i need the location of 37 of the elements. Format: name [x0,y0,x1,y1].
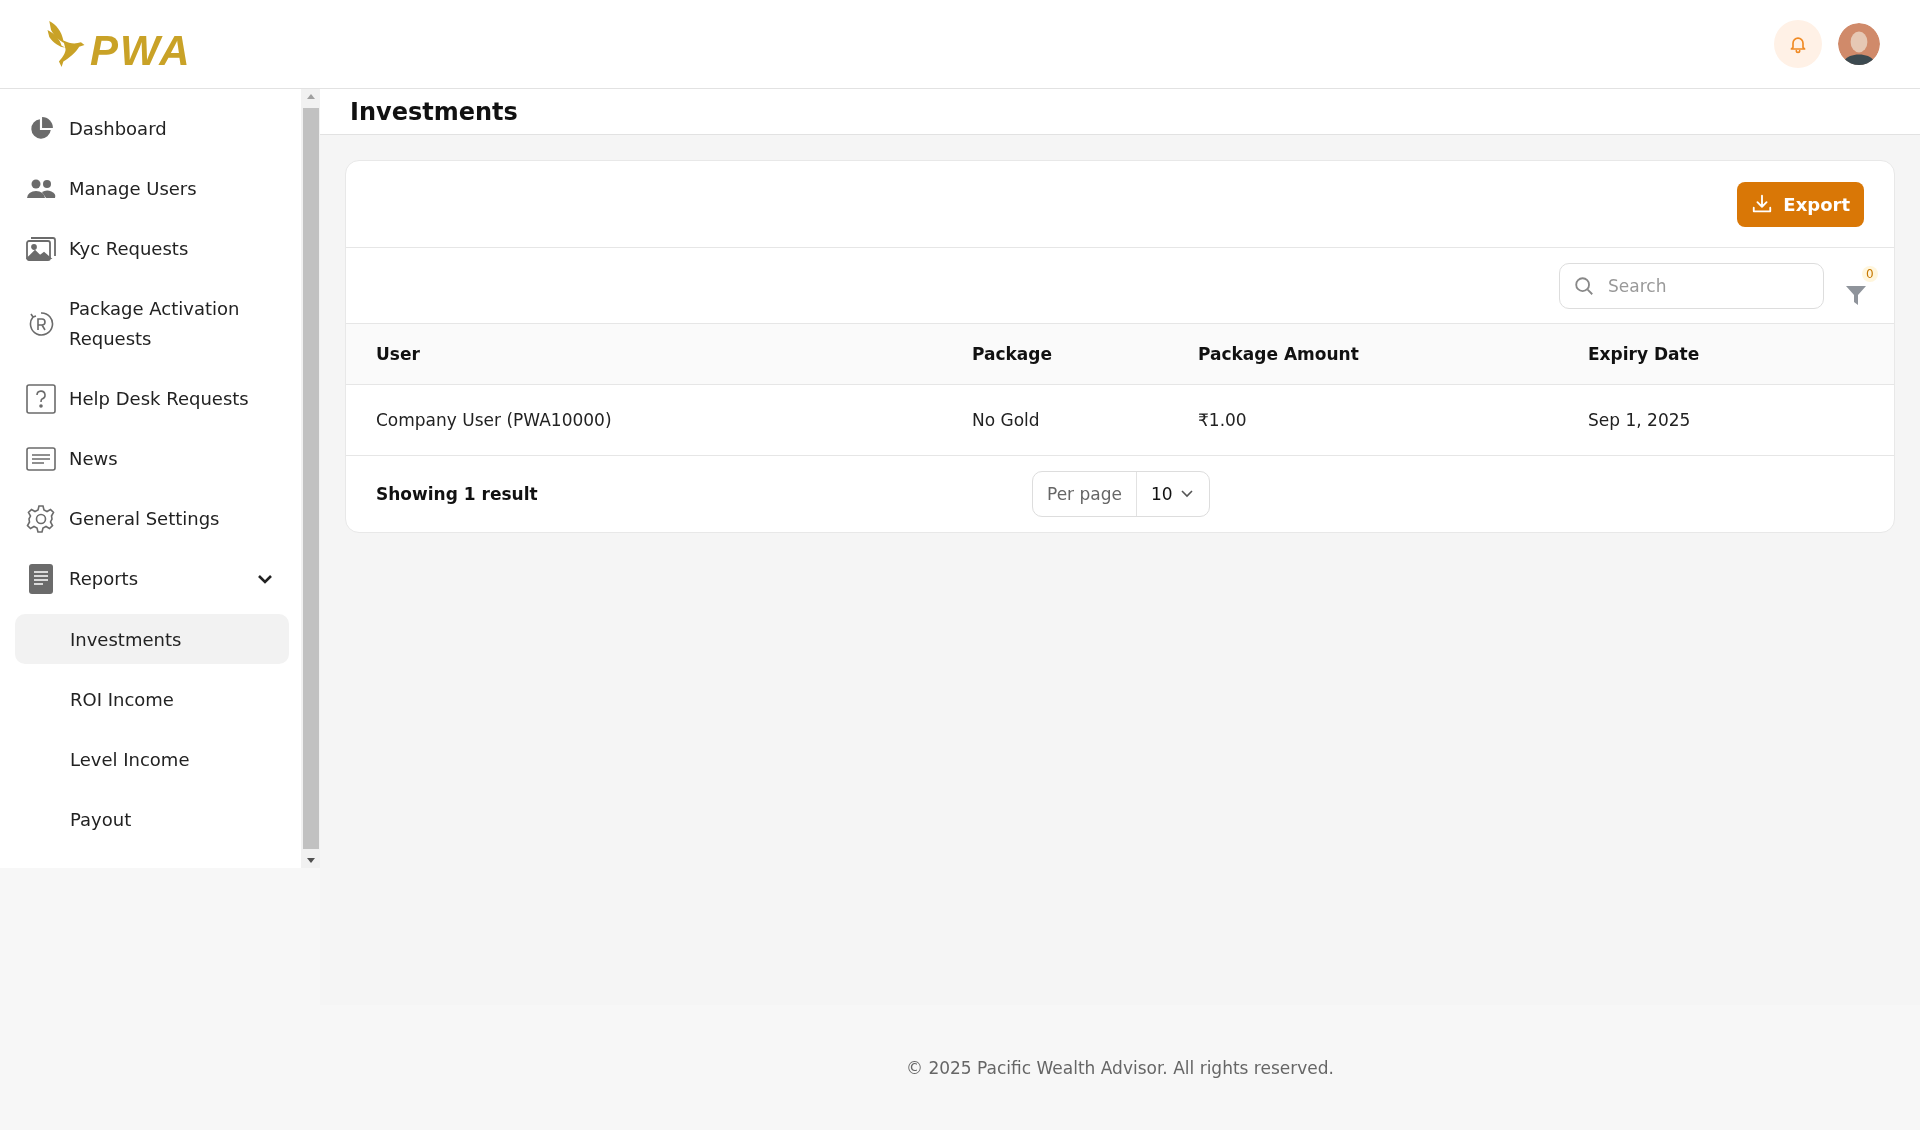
sidebar-label: Manage Users [69,177,198,201]
sidebar-label: Kyc Requests [69,237,190,261]
table-cell-text: Sep 1, 2025 [1588,410,1692,430]
table-cell-text: ₹1.00 [1198,410,1248,430]
sidebar-item[interactable]: News [15,429,289,489]
sidebar-item[interactable]: Help Desk Requests [15,369,289,429]
per-page-value: 10 [1149,484,1174,504]
sidebar-label: Reports [69,567,140,591]
per-page-select[interactable]: Per page 10 [1032,471,1210,517]
sidebar-item[interactable]: General Settings [15,489,289,549]
sidebar-label: Help Desk Requests [69,387,250,411]
column-header: User [376,344,421,364]
column-header: Package Amount [1198,344,1360,364]
sidebar-item[interactable]: Manage Users [15,159,289,219]
logo-text: PWA [90,30,192,72]
submenu-item[interactable]: Level Income [15,734,289,784]
per-page-label: Per page [1033,472,1137,516]
sidebar-item[interactable]: Package Activation Requests [15,279,289,369]
submenu-item[interactable]: ROI Income [15,674,289,724]
sidebar-label: Dashboard [69,117,168,141]
sidebar-label: News [69,447,119,471]
search-field[interactable]: Search [1559,262,1824,309]
filter-count-badge: 0 [1862,265,1878,282]
column-header: Package [972,344,1054,364]
copyright-text: © 2025 Pacific Wealth Advisor. All rights reserved. [906,1057,1334,1078]
result-count: Showing 1 result [376,484,539,504]
column-header: Expiry Date [1588,344,1701,364]
sidebar-item[interactable]: Dashboard [15,99,289,159]
sidebar-item[interactable]: Kyc Requests [15,219,289,279]
sidebar-item[interactable]: Reports [15,549,289,609]
submenu-item[interactable]: Payout [15,794,289,844]
table-cell-text: No Gold [972,410,1041,430]
sidebar-label: General Settings [69,507,221,531]
page-title: Investments [350,97,518,126]
table-cell-text: Company User (PWA10000) [376,410,613,430]
submenu-item[interactable]: Investments [15,614,289,664]
sidebar-label: Package Activation Requests [69,297,241,351]
